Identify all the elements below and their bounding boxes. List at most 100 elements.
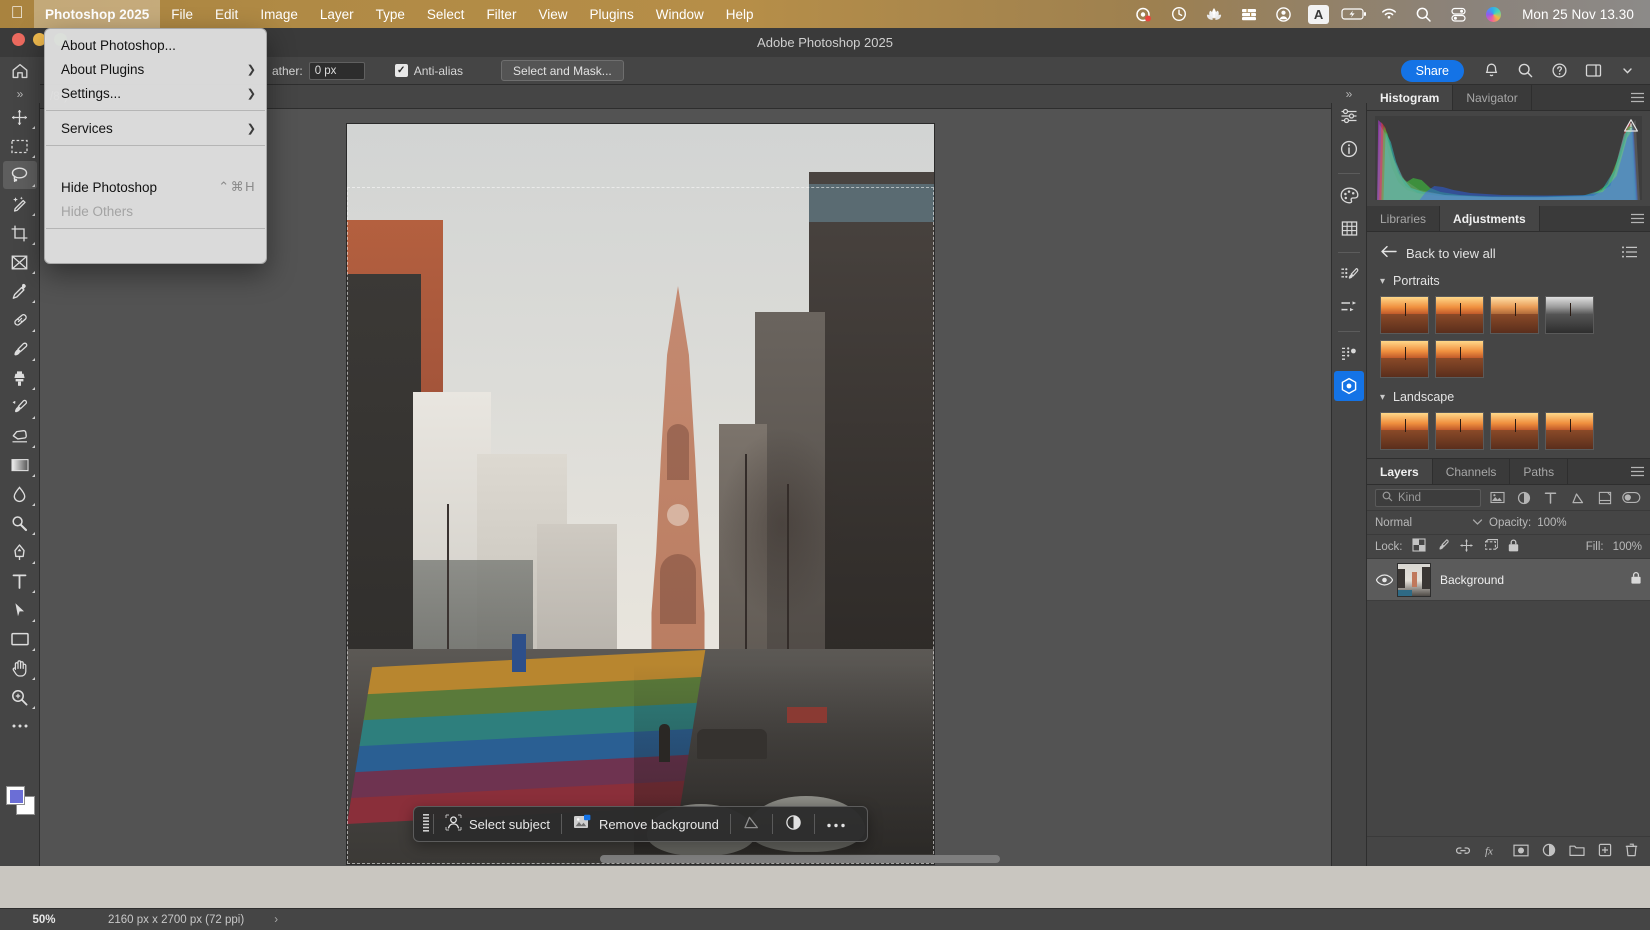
- layer-comps-icon[interactable]: [1334, 338, 1364, 368]
- object-selection-tool[interactable]: [3, 190, 37, 218]
- search-icon[interactable]: [1510, 58, 1540, 84]
- feather-control[interactable]: ather: 0 px: [272, 62, 365, 80]
- lasso-tool[interactable]: [3, 161, 37, 189]
- menu-plugins[interactable]: Plugins: [578, 0, 644, 28]
- lock-artboard-icon[interactable]: [1483, 538, 1498, 556]
- anti-alias-checkbox[interactable]: ✓: [395, 64, 408, 77]
- artboard-image[interactable]: [347, 124, 934, 864]
- adjustments-icon[interactable]: [1334, 292, 1364, 322]
- menu-item-about-plugins[interactable]: About Plugins ❯: [45, 57, 266, 81]
- rectangular-marquee-tool[interactable]: [3, 132, 37, 160]
- spotlight-search-icon[interactable]: [1407, 0, 1440, 28]
- preset-thumbnail[interactable]: [1380, 296, 1429, 334]
- toolbar-collapse-button[interactable]: »: [0, 85, 40, 103]
- cached-data-warning-icon[interactable]: [1624, 119, 1638, 135]
- taskbar-more-button[interactable]: [815, 807, 857, 841]
- brush-settings-icon[interactable]: [1334, 259, 1364, 289]
- share-button[interactable]: Share: [1401, 60, 1464, 82]
- info-icon[interactable]: [1334, 134, 1364, 164]
- filter-adjustment-icon[interactable]: [1513, 489, 1534, 507]
- tab-channels[interactable]: Channels: [1433, 459, 1511, 484]
- tab-libraries[interactable]: Libraries: [1367, 206, 1440, 231]
- control-center-icon[interactable]: [1442, 0, 1475, 28]
- menu-item-settings[interactable]: Settings... ❯: [45, 81, 266, 105]
- blur-tool[interactable]: [3, 480, 37, 508]
- apple-logo-icon[interactable]: : [0, 4, 34, 24]
- preset-thumbnail[interactable]: [1435, 412, 1484, 450]
- time-machine-icon[interactable]: [1162, 0, 1195, 28]
- new-group-icon[interactable]: [1569, 844, 1585, 860]
- menu-help[interactable]: Help: [715, 0, 765, 28]
- workspace-icon[interactable]: [1578, 58, 1608, 84]
- eyedropper-tool[interactable]: [3, 277, 37, 305]
- tab-paths[interactable]: Paths: [1510, 459, 1568, 484]
- preset-thumbnail[interactable]: [1435, 296, 1484, 334]
- screen-record-icon[interactable]: [1127, 0, 1160, 28]
- menu-layer[interactable]: Layer: [309, 0, 365, 28]
- canvas-horizontal-scrollbar[interactable]: [600, 855, 1000, 863]
- home-button[interactable]: [0, 57, 40, 85]
- list-view-icon[interactable]: [1622, 246, 1637, 261]
- preset-thumbnail[interactable]: [1490, 296, 1539, 334]
- tab-histogram[interactable]: Histogram: [1367, 85, 1453, 110]
- brush-tool[interactable]: [3, 335, 37, 363]
- tab-navigator[interactable]: Navigator: [1453, 85, 1531, 110]
- layer-mask-icon[interactable]: [1513, 844, 1529, 860]
- menu-image[interactable]: Image: [249, 0, 309, 28]
- filter-pixel-icon[interactable]: [1487, 489, 1508, 507]
- opacity-value[interactable]: 100%: [1537, 517, 1566, 529]
- keyboard-input-A-icon[interactable]: A: [1302, 0, 1335, 28]
- spot-healing-brush-tool[interactable]: [3, 306, 37, 334]
- zoom-level[interactable]: 50%: [0, 914, 88, 926]
- menu-item-hide-others[interactable]: Hide Photoshop ⌃⌘H: [45, 175, 266, 199]
- layer-name[interactable]: Background: [1440, 573, 1504, 587]
- path-selection-tool[interactable]: [3, 596, 37, 624]
- eraser-tool[interactable]: [3, 422, 37, 450]
- preset-thumbnail[interactable]: [1380, 340, 1429, 378]
- wifi-icon[interactable]: [1372, 0, 1405, 28]
- filter-type-icon[interactable]: [1540, 489, 1561, 507]
- foreground-background-color[interactable]: [6, 786, 34, 814]
- layer-style-fx-icon[interactable]: fx: [1484, 844, 1500, 860]
- clone-stamp-tool[interactable]: [3, 364, 37, 392]
- back-to-view-all-button[interactable]: Back to view all: [1367, 238, 1650, 270]
- color-icon[interactable]: [1334, 180, 1364, 210]
- mac-clock[interactable]: Mon 25 Nov 13.30: [1512, 7, 1640, 22]
- preset-thumbnail[interactable]: [1545, 412, 1594, 450]
- preset-thumbnail[interactable]: [1490, 412, 1539, 450]
- menu-file[interactable]: File: [160, 0, 204, 28]
- contextual-taskbar[interactable]: Select subject Remove background: [413, 806, 868, 842]
- menu-item-about-photoshop[interactable]: About Photoshop...: [45, 33, 266, 57]
- user-account-icon[interactable]: [1267, 0, 1300, 28]
- layers-panel-menu-icon[interactable]: [1624, 459, 1650, 484]
- crop-tool[interactable]: [3, 219, 37, 247]
- chevron-down-icon[interactable]: [1612, 58, 1642, 84]
- layer-thumbnail[interactable]: [1397, 563, 1431, 597]
- panel-rail-collapse-button[interactable]: »: [1331, 85, 1367, 103]
- preset-thumbnail[interactable]: [1435, 340, 1484, 378]
- histogram-panel-menu-icon[interactable]: [1624, 85, 1650, 110]
- menu-filter[interactable]: Filter: [475, 0, 527, 28]
- menu-window[interactable]: Window: [645, 0, 715, 28]
- adjustments-panel-menu-icon[interactable]: [1624, 206, 1650, 231]
- lock-position-icon[interactable]: [1459, 538, 1474, 556]
- edit-toolbar-tool[interactable]: [3, 712, 37, 740]
- select-subject-button[interactable]: Select subject: [434, 807, 561, 841]
- adjustment-group-landscape[interactable]: ▾ Landscape: [1367, 386, 1650, 410]
- lock-all-icon[interactable]: [1507, 538, 1520, 556]
- adjustment-group-portraits[interactable]: ▾ Portraits: [1367, 270, 1650, 294]
- zoom-tool[interactable]: [3, 683, 37, 711]
- menu-item-hide-photoshop[interactable]: [45, 151, 266, 175]
- select-and-mask-button[interactable]: Select and Mask...: [501, 60, 624, 81]
- bell-icon[interactable]: [1476, 58, 1506, 84]
- move-tool[interactable]: [3, 103, 37, 131]
- preset-thumbnail[interactable]: [1545, 296, 1594, 334]
- siri-icon[interactable]: [1477, 0, 1510, 28]
- dodge-tool[interactable]: [3, 509, 37, 537]
- taskbar-drag-handle[interactable]: [419, 813, 433, 835]
- histogram-graph[interactable]: [1375, 116, 1642, 200]
- fill-value[interactable]: 100%: [1613, 541, 1642, 553]
- menu-view[interactable]: View: [527, 0, 578, 28]
- hand-tool[interactable]: [3, 654, 37, 682]
- link-layers-icon[interactable]: [1455, 844, 1471, 860]
